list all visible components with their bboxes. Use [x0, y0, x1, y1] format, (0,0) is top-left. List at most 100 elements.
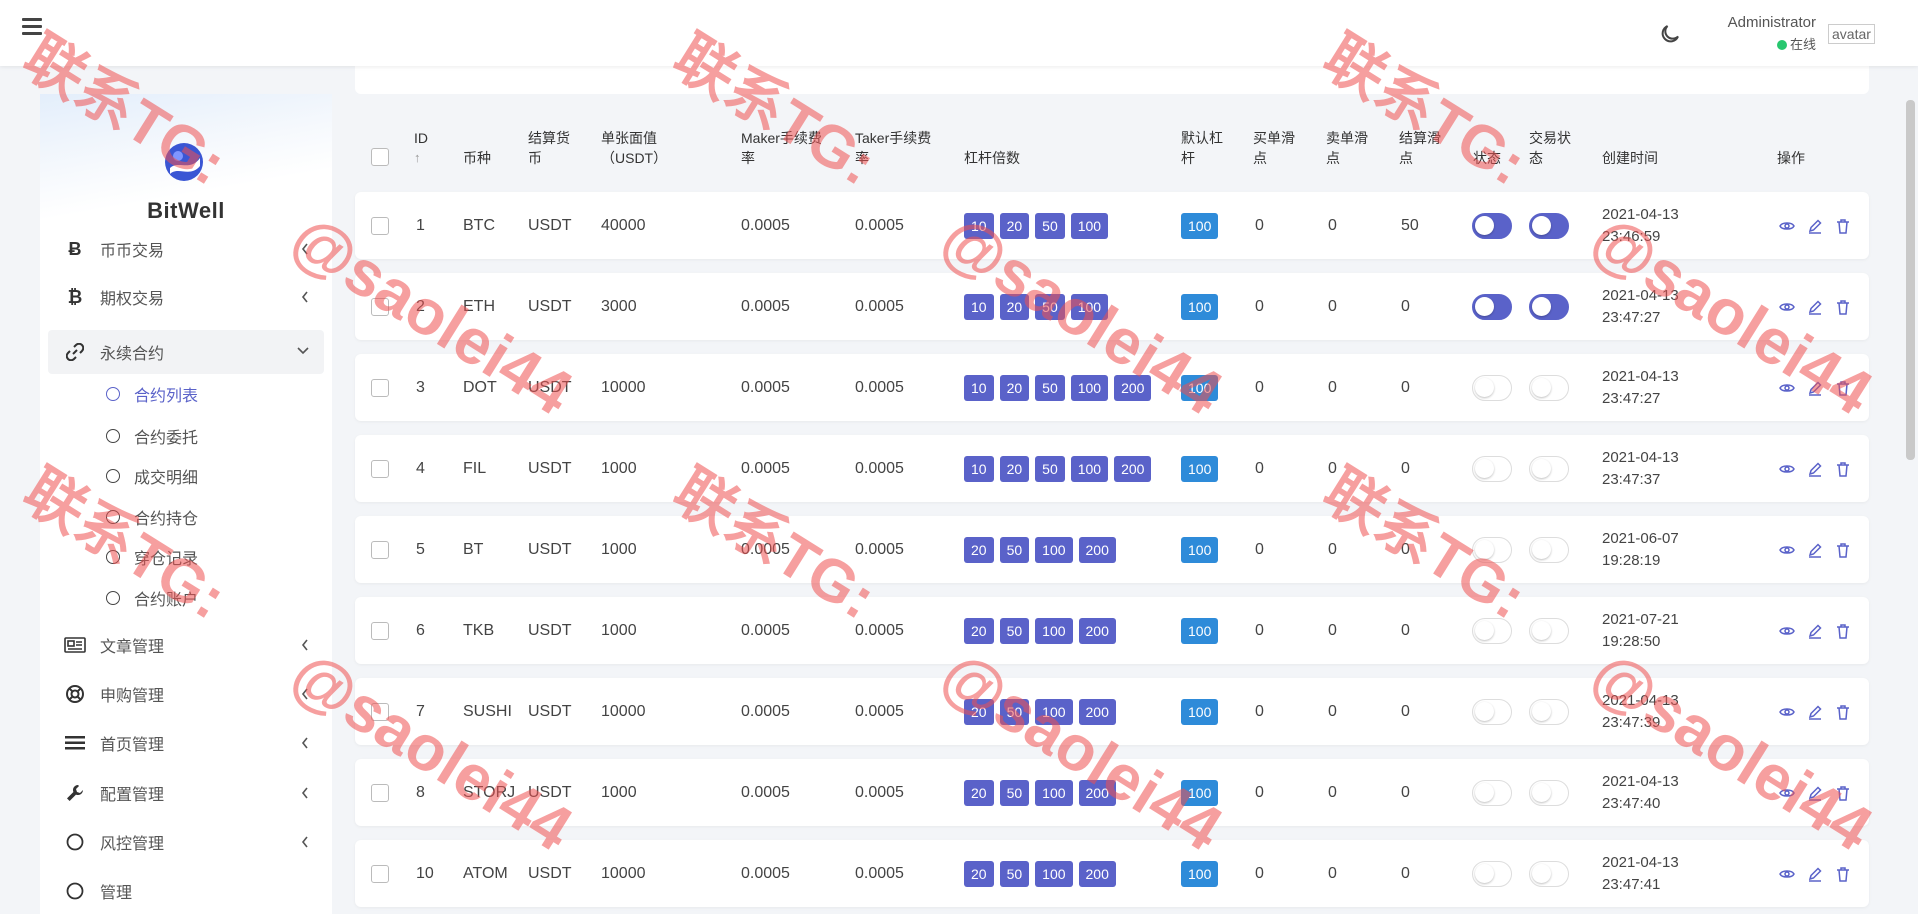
- cell-buy-slip: 0: [1255, 540, 1264, 558]
- trade-status-toggle[interactable]: [1529, 212, 1569, 239]
- delete-icon[interactable]: [1835, 623, 1851, 639]
- sidebar-item-config[interactable]: 配置管理: [48, 771, 324, 815]
- circle-icon: [64, 880, 86, 902]
- row-checkbox[interactable]: [371, 864, 389, 883]
- view-icon[interactable]: [1779, 299, 1795, 315]
- view-icon[interactable]: [1779, 785, 1795, 801]
- trade-status-toggle[interactable]: [1529, 374, 1569, 401]
- row-checkbox[interactable]: [371, 702, 389, 721]
- sidebar-item-articles[interactable]: 文章管理: [48, 623, 324, 667]
- cell-symbol: SUSHI: [463, 702, 512, 720]
- edit-icon[interactable]: [1807, 461, 1823, 477]
- trade-status-toggle[interactable]: [1529, 698, 1569, 725]
- trade-status-toggle[interactable]: [1529, 536, 1569, 563]
- delete-icon[interactable]: [1835, 704, 1851, 720]
- row-checkbox[interactable]: [371, 459, 389, 478]
- table-header: ID ↑ 币种 结算货币 单张面值（USDT） Maker手续费率 Taker手续…: [355, 112, 1869, 182]
- row-checkbox[interactable]: [371, 378, 389, 397]
- cell-face-value: 1000: [601, 540, 637, 558]
- chevron-down-icon: [297, 347, 309, 355]
- sub-item-contract-list[interactable]: 合约列表: [106, 378, 198, 410]
- edit-icon[interactable]: [1807, 866, 1823, 882]
- trade-status-toggle[interactable]: [1529, 293, 1569, 320]
- sub-item-label: 合约委托: [134, 430, 199, 447]
- status-toggle[interactable]: [1472, 212, 1512, 239]
- delete-icon[interactable]: [1835, 461, 1851, 477]
- link-icon: [64, 341, 86, 363]
- sidebar-item-more[interactable]: 管理: [48, 869, 324, 913]
- created-time: 23:47:27: [1602, 389, 1661, 407]
- sidebar-item-subscription[interactable]: 申购管理: [48, 672, 324, 716]
- sub-item-liquidation[interactable]: 穿仓记录: [106, 541, 198, 573]
- dark-mode-icon[interactable]: [1658, 22, 1682, 46]
- menu-toggle-icon[interactable]: [22, 18, 42, 36]
- cell-maker: 0.0005: [741, 459, 790, 477]
- row-checkbox[interactable]: [371, 621, 389, 640]
- sub-item-accounts[interactable]: 合约账户: [106, 582, 198, 614]
- cell-symbol: BTC: [463, 216, 495, 234]
- cell-sell-slip: 0: [1328, 378, 1337, 396]
- edit-icon[interactable]: [1807, 785, 1823, 801]
- edit-icon[interactable]: [1807, 704, 1823, 720]
- sidebar-item-options[interactable]: ₿ 期权交易: [48, 275, 324, 319]
- leverage-badge: 20: [964, 698, 994, 725]
- view-icon[interactable]: [1779, 380, 1795, 396]
- delete-icon[interactable]: [1835, 785, 1851, 801]
- header-sell-slip: 卖单滑点: [1326, 130, 1368, 166]
- header-id[interactable]: ID ↑: [414, 128, 428, 168]
- trade-status-toggle[interactable]: [1529, 779, 1569, 806]
- delete-icon[interactable]: [1835, 380, 1851, 396]
- view-icon[interactable]: [1779, 218, 1795, 234]
- delete-icon[interactable]: [1835, 542, 1851, 558]
- cell-face-value: 10000: [601, 702, 646, 720]
- row-checkbox[interactable]: [371, 297, 389, 316]
- user-info[interactable]: Administrator 在线: [1700, 14, 1816, 53]
- trade-status-toggle[interactable]: [1529, 860, 1569, 887]
- edit-icon[interactable]: [1807, 380, 1823, 396]
- view-icon[interactable]: [1779, 623, 1795, 639]
- cell-created: 2021-07-21 19:28:50: [1602, 609, 1679, 653]
- delete-icon[interactable]: [1835, 218, 1851, 234]
- sidebar-item-homepage[interactable]: 首页管理: [48, 721, 324, 765]
- status-toggle[interactable]: [1472, 374, 1512, 401]
- delete-icon[interactable]: [1835, 299, 1851, 315]
- view-icon[interactable]: [1779, 704, 1795, 720]
- edit-icon[interactable]: [1807, 299, 1823, 315]
- sidebar-item-spot[interactable]: Ƀ 币币交易: [48, 227, 324, 271]
- cell-created: 2021-04-13 23:47:40: [1602, 771, 1679, 815]
- cell-settle: USDT: [528, 459, 572, 477]
- status-toggle[interactable]: [1472, 698, 1512, 725]
- sidebar-item-perpetual[interactable]: 永续合约: [48, 330, 324, 374]
- row-actions: [1779, 542, 1851, 558]
- status-toggle[interactable]: [1472, 779, 1512, 806]
- row-checkbox[interactable]: [371, 783, 389, 802]
- edit-icon[interactable]: [1807, 218, 1823, 234]
- edit-icon[interactable]: [1807, 623, 1823, 639]
- created-date: 2021-04-13: [1602, 205, 1679, 223]
- row-checkbox[interactable]: [371, 540, 389, 559]
- edit-icon[interactable]: [1807, 542, 1823, 558]
- sub-item-trade-details[interactable]: 成交明细: [106, 460, 198, 492]
- cell-maker: 0.0005: [741, 297, 790, 315]
- view-icon[interactable]: [1779, 542, 1795, 558]
- sub-item-contract-orders[interactable]: 合约委托: [106, 420, 198, 452]
- status-toggle[interactable]: [1472, 860, 1512, 887]
- created-date: 2021-04-13: [1602, 691, 1679, 709]
- status-toggle[interactable]: [1472, 617, 1512, 644]
- cell-created: 2021-04-13 23:47:39: [1602, 690, 1679, 734]
- view-icon[interactable]: [1779, 866, 1795, 882]
- page-scrollbar[interactable]: [1906, 100, 1915, 460]
- status-toggle[interactable]: [1472, 293, 1512, 320]
- status-toggle[interactable]: [1472, 536, 1512, 563]
- trade-status-toggle[interactable]: [1529, 455, 1569, 482]
- sub-item-positions[interactable]: 合约持仓: [106, 501, 198, 533]
- cell-buy-slip: 0: [1255, 621, 1264, 639]
- avatar[interactable]: avatar: [1828, 24, 1875, 44]
- view-icon[interactable]: [1779, 461, 1795, 477]
- sidebar-item-risk[interactable]: 风控管理: [48, 820, 324, 864]
- delete-icon[interactable]: [1835, 866, 1851, 882]
- select-all-checkbox[interactable]: [371, 148, 389, 166]
- status-toggle[interactable]: [1472, 455, 1512, 482]
- trade-status-toggle[interactable]: [1529, 617, 1569, 644]
- row-checkbox[interactable]: [371, 216, 389, 235]
